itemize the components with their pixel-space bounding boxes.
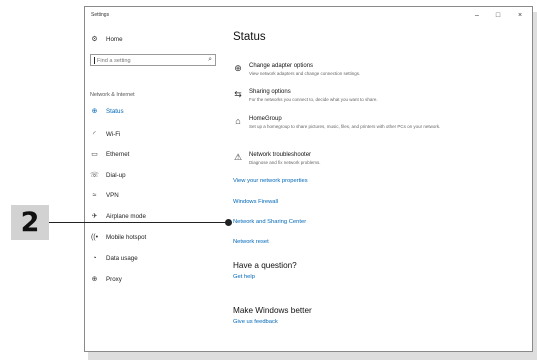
- option-description: View network adapters and change connect…: [249, 70, 361, 76]
- sidebar-item-dialup[interactable]: ☏ Dial-up: [90, 169, 126, 181]
- question-heading: Have a question?: [233, 261, 297, 270]
- main-content: Status ⊕ Change adapter options View net…: [233, 25, 532, 351]
- sidebar-item-home[interactable]: ⚙ Home: [90, 33, 123, 45]
- option-sharing[interactable]: ⇆ Sharing options For the networks you c…: [233, 89, 378, 103]
- wifi-icon: ◜: [93, 130, 96, 138]
- option-title: Network troubleshooter: [249, 152, 312, 158]
- option-description: Diagnose and fix network problems.: [249, 159, 321, 165]
- sharing-icon: ⇆: [234, 89, 242, 99]
- warning-icon: ⚠: [233, 152, 243, 162]
- proxy-globe-icon: ⊕: [91, 275, 98, 283]
- callout-number: 2: [20, 207, 40, 238]
- sidebar-item-label: Wi-Fi: [106, 130, 121, 138]
- cut-off-text: [233, 48, 353, 51]
- link-get-help[interactable]: Get help: [233, 274, 255, 280]
- settings-window: Settings – □ × ⚙ Home Find a setting ⌕ N…: [84, 6, 533, 352]
- sidebar-item-wifi[interactable]: ◜ Wi-Fi: [90, 128, 120, 140]
- sidebar-item-label: Status: [106, 107, 124, 115]
- data-usage-icon: ◔: [92, 254, 97, 262]
- sidebar: ⚙ Home Find a setting ⌕ Network & Intern…: [85, 25, 225, 345]
- page-title: Status: [233, 31, 266, 43]
- option-title: Sharing options: [249, 89, 291, 95]
- section-heading: Network & Internet: [90, 92, 135, 98]
- sidebar-item-data-usage[interactable]: ◔ Data usage: [90, 252, 138, 264]
- sidebar-item-label: Mobile hotspot: [106, 233, 147, 241]
- sidebar-item-label: Home: [106, 35, 123, 43]
- sidebar-item-proxy[interactable]: ⊕ Proxy: [90, 273, 122, 285]
- airplane-icon: ✈: [91, 212, 98, 220]
- globe-icon: ⊕: [91, 107, 98, 115]
- adapter-icon: ⊕: [234, 63, 242, 73]
- hotspot-icon: ((•: [90, 233, 99, 241]
- option-title: HomeGroup: [249, 116, 282, 122]
- home-gear-icon: ⚙: [91, 35, 98, 43]
- search-icon: ⌕: [208, 56, 212, 63]
- window-title: Settings: [91, 12, 110, 18]
- sidebar-item-label: Proxy: [106, 275, 122, 283]
- search-placeholder: Find a setting: [97, 58, 131, 64]
- minimize-button[interactable]: –: [467, 9, 487, 23]
- link-give-feedback[interactable]: Give us feedback: [233, 319, 278, 325]
- dialup-icon: ☏: [90, 171, 99, 179]
- link-network-reset[interactable]: Network reset: [233, 239, 269, 245]
- option-troubleshooter[interactable]: ⚠ Network troubleshooter Diagnose and fi…: [233, 152, 321, 166]
- close-button[interactable]: ×: [510, 9, 530, 23]
- homegroup-icon: ⌂: [235, 116, 241, 126]
- sidebar-item-label: Data usage: [106, 254, 138, 262]
- option-title: Change adapter options: [249, 63, 314, 69]
- feedback-heading: Make Windows better: [233, 306, 312, 315]
- text-caret: [94, 57, 95, 64]
- search-input[interactable]: Find a setting ⌕: [90, 54, 216, 66]
- ethernet-icon: ▭: [91, 150, 98, 158]
- sidebar-item-ethernet[interactable]: ▭ Ethernet: [90, 148, 129, 160]
- sidebar-item-vpn[interactable]: ≈ VPN: [90, 189, 119, 201]
- sidebar-item-label: Ethernet: [106, 150, 130, 158]
- callout-leader-line: [49, 222, 227, 223]
- option-homegroup[interactable]: ⌂ HomeGroup Set up a homegroup to share …: [233, 116, 454, 130]
- link-view-network-properties[interactable]: View your network properties: [233, 178, 308, 184]
- option-description: For the networks you connect to, decide …: [249, 96, 378, 102]
- title-bar: Settings – □ ×: [85, 7, 532, 25]
- sidebar-item-label: VPN: [106, 191, 119, 199]
- option-change-adapter[interactable]: ⊕ Change adapter options View network ad…: [233, 63, 360, 77]
- callout-pointer-dot: [225, 219, 232, 226]
- link-network-sharing-center[interactable]: Network and Sharing Center: [233, 219, 306, 225]
- callout-number-badge: 2: [11, 205, 49, 240]
- vpn-icon: ≈: [92, 191, 97, 199]
- option-description: Set up a homegroup to share pictures, mu…: [249, 123, 441, 129]
- sidebar-item-label: Dial-up: [106, 171, 126, 179]
- sidebar-item-airplane-mode[interactable]: ✈ Airplane mode: [90, 210, 146, 222]
- maximize-button[interactable]: □: [488, 9, 508, 23]
- link-windows-firewall[interactable]: Windows Firewall: [233, 199, 278, 205]
- sidebar-item-label: Airplane mode: [106, 212, 146, 220]
- sidebar-item-status[interactable]: ⊕ Status: [90, 105, 124, 117]
- sidebar-item-mobile-hotspot[interactable]: ((• Mobile hotspot: [90, 231, 146, 243]
